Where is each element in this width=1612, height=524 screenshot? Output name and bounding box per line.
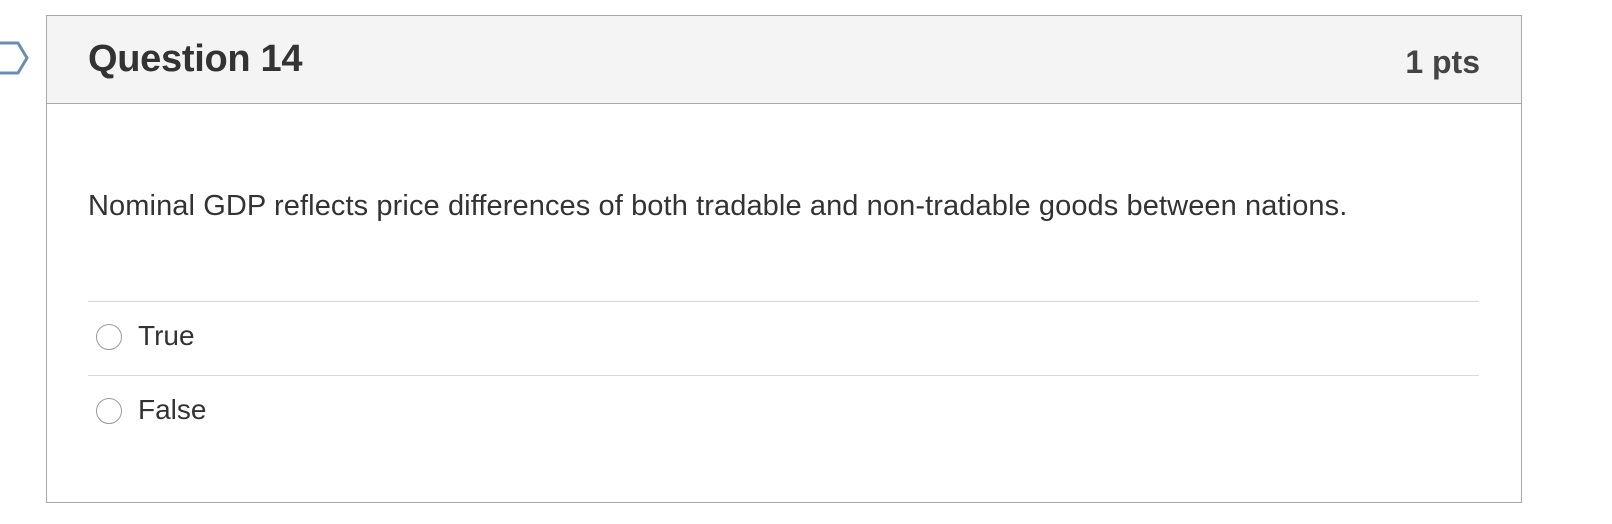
answer-option-false[interactable]: False bbox=[88, 375, 1479, 449]
flag-question-icon[interactable] bbox=[0, 41, 30, 75]
answer-list: True False bbox=[88, 301, 1479, 449]
answer-label-true[interactable]: True bbox=[138, 320, 195, 352]
radio-button-false[interactable] bbox=[96, 398, 122, 424]
question-card: Question 14 1 pts Nominal GDP reflects p… bbox=[46, 15, 1522, 503]
question-title: Question 14 bbox=[88, 38, 303, 80]
radio-button-true[interactable] bbox=[96, 324, 122, 350]
question-points: 1 pts bbox=[1405, 44, 1480, 80]
answer-label-false[interactable]: False bbox=[138, 394, 206, 426]
question-header: Question 14 1 pts bbox=[47, 16, 1521, 104]
question-text: Nominal GDP reflects price differences o… bbox=[88, 190, 1348, 222]
answer-option-true[interactable]: True bbox=[88, 301, 1479, 375]
